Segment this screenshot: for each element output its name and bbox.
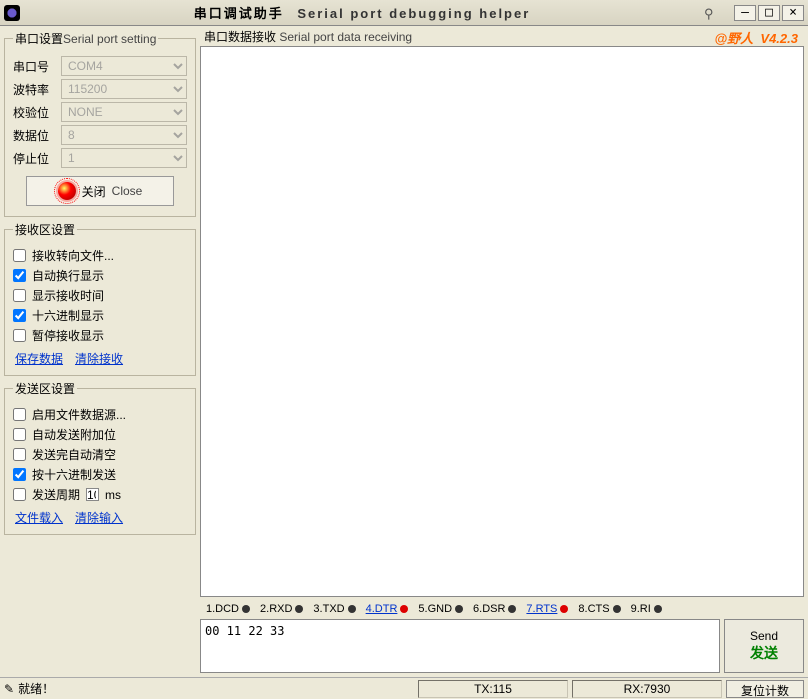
parity-label: 校验位 xyxy=(13,104,57,121)
close-port-label: 关闭 xyxy=(82,183,106,200)
signal-dot-txd xyxy=(348,605,356,613)
pin-icon[interactable] xyxy=(704,6,720,20)
port-select[interactable]: COM4 xyxy=(61,56,187,76)
send-period-label: 发送周期 xyxy=(32,486,80,503)
load-file-link[interactable]: 文件载入 xyxy=(15,509,63,526)
title-sub: Serial port debugging helper xyxy=(297,6,530,21)
rx-settings-legend: 接收区设置 xyxy=(13,221,77,238)
signal-dtr[interactable]: 4.DTR xyxy=(366,603,409,615)
send-period-unit: ms xyxy=(105,488,121,502)
close-port-button[interactable]: 关闭 Close xyxy=(26,176,174,206)
signal-dot-rxd xyxy=(295,605,303,613)
stopbits-label: 停止位 xyxy=(13,150,57,167)
rx-checkbox-0[interactable] xyxy=(13,249,26,262)
port-status-icon xyxy=(58,182,76,200)
signal-dot-ri xyxy=(654,605,662,613)
send-button[interactable]: Send 发送 xyxy=(724,619,804,673)
rx-option-2: 显示接收时间 xyxy=(13,287,187,304)
tx-counter: TX:115 xyxy=(418,680,568,698)
rx-settings-group: 接收区设置 接收转向文件...自动换行显示显示接收时间十六进制显示暂停接收显示 … xyxy=(4,221,196,376)
send-period-checkbox[interactable] xyxy=(13,488,26,501)
tx-checkbox-0[interactable] xyxy=(13,408,26,421)
port-settings-legend: 串口设置 xyxy=(15,32,63,46)
tx-textarea[interactable] xyxy=(200,619,720,673)
clear-tx-link[interactable]: 清除输入 xyxy=(75,509,123,526)
stopbits-select[interactable]: 1 xyxy=(61,148,187,168)
send-label-zh: 发送 xyxy=(750,643,778,663)
tx-option-3: 按十六进制发送 xyxy=(13,466,187,483)
baud-select[interactable]: 115200 xyxy=(61,79,187,99)
databits-label: 数据位 xyxy=(13,127,57,144)
signal-dsr: 6.DSR xyxy=(473,603,516,615)
rx-textarea[interactable] xyxy=(200,46,804,597)
rx-option-label-2: 显示接收时间 xyxy=(32,287,104,304)
signal-ri: 9.RI xyxy=(631,603,662,615)
port-label: 串口号 xyxy=(13,58,57,75)
tx-option-1: 自动发送附加位 xyxy=(13,426,187,443)
send-period-row: 发送周期 ms xyxy=(13,486,187,503)
rx-checkbox-3[interactable] xyxy=(13,309,26,322)
rx-header-en: Serial port data receiving xyxy=(279,30,412,44)
rx-option-label-4: 暂停接收显示 xyxy=(32,327,104,344)
close-port-label-en: Close xyxy=(112,184,143,198)
signal-dot-gnd xyxy=(455,605,463,613)
maximize-button[interactable]: □ xyxy=(758,5,780,21)
rx-option-4: 暂停接收显示 xyxy=(13,327,187,344)
rx-checkbox-1[interactable] xyxy=(13,269,26,282)
ready-icon: ✎ xyxy=(4,682,14,696)
minimize-button[interactable]: — xyxy=(734,5,756,21)
statusbar: ✎ 就绪！ TX:115 RX:7930 复位计数 xyxy=(0,677,808,699)
app-icon xyxy=(4,5,20,21)
tx-option-label-3: 按十六进制发送 xyxy=(32,466,116,483)
rx-checkbox-4[interactable] xyxy=(13,329,26,342)
send-label-en: Send xyxy=(750,629,778,643)
databits-select[interactable]: 8 xyxy=(61,125,187,145)
rx-option-label-3: 十六进制显示 xyxy=(32,307,104,324)
signal-dot-rts xyxy=(560,605,568,613)
signal-rts[interactable]: 7.RTS xyxy=(526,603,568,615)
tx-checkbox-3[interactable] xyxy=(13,468,26,481)
tx-option-label-2: 发送完自动清空 xyxy=(32,446,116,463)
tx-option-label-1: 自动发送附加位 xyxy=(32,426,116,443)
signal-gnd: 5.GND xyxy=(418,603,463,615)
reset-counter-button[interactable]: 复位计数 xyxy=(726,680,804,698)
titlebar: 串口调试助手 Serial port debugging helper — □ … xyxy=(0,0,808,26)
signal-dot-dsr xyxy=(508,605,516,613)
author-tag: @野人 xyxy=(714,31,753,46)
tx-settings-legend: 发送区设置 xyxy=(13,380,77,397)
port-settings-legend-en: Serial port setting xyxy=(63,32,156,46)
signal-dot-dcd xyxy=(242,605,250,613)
signal-dot-cts xyxy=(613,605,621,613)
parity-select[interactable]: NONE xyxy=(61,102,187,122)
signal-cts: 8.CTS xyxy=(578,603,620,615)
send-period-input[interactable] xyxy=(86,488,99,501)
tx-settings-group: 发送区设置 启用文件数据源... 自动发送附加位发送完自动清空按十六进制发送 发送… xyxy=(4,380,196,535)
tx-checkbox-1[interactable] xyxy=(13,428,26,441)
tx-checkbox-2[interactable] xyxy=(13,448,26,461)
signal-dot-dtr xyxy=(400,605,408,613)
baud-label: 波特率 xyxy=(13,81,57,98)
tx-option-0: 启用文件数据源... xyxy=(13,406,187,423)
tx-option-2: 发送完自动清空 xyxy=(13,446,187,463)
signal-rxd: 2.RXD xyxy=(260,603,303,615)
signal-dcd: 1.DCD xyxy=(206,603,250,615)
rx-option-3: 十六进制显示 xyxy=(13,307,187,324)
rx-counter: RX:7930 xyxy=(572,680,722,698)
rx-checkbox-2[interactable] xyxy=(13,289,26,302)
ready-text: 就绪！ xyxy=(18,680,54,697)
rx-option-label-0: 接收转向文件... xyxy=(32,247,114,264)
port-settings-group: 串口设置Serial port setting 串口号COM4 波特率11520… xyxy=(4,30,196,217)
rx-option-1: 自动换行显示 xyxy=(13,267,187,284)
rx-header: 串口数据接收 xyxy=(204,30,276,44)
clear-rx-link[interactable]: 清除接收 xyxy=(75,350,123,367)
title-main: 串口调试助手 xyxy=(194,6,284,21)
save-data-link[interactable]: 保存数据 xyxy=(15,350,63,367)
signal-txd: 3.TXD xyxy=(313,603,355,615)
rx-option-label-1: 自动换行显示 xyxy=(32,267,104,284)
signal-strip: 1.DCD 2.RXD 3.TXD 4.DTR 5.GND 6.DSR 7.RTS 8.CTS… xyxy=(200,599,804,619)
tx-option-label-0: 启用文件数据源... xyxy=(32,406,126,423)
rx-option-0: 接收转向文件... xyxy=(13,247,187,264)
close-window-button[interactable]: × xyxy=(782,5,804,21)
version-tag: V4.2.3 xyxy=(760,31,798,46)
